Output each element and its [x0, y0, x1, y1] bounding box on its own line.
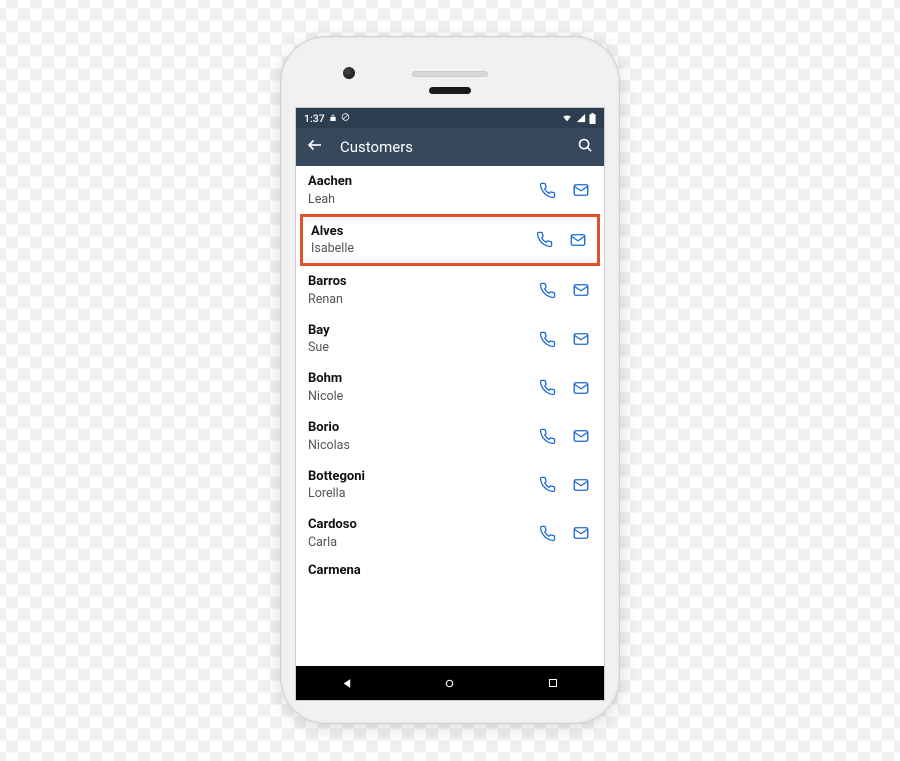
list-item-text: Bohm Nicole: [308, 371, 528, 404]
customer-firstname: Renan: [308, 292, 528, 307]
list-item[interactable]: AlvesIsabelle: [300, 214, 600, 267]
nav-recent[interactable]: [523, 677, 583, 689]
list-item-text: Borio Nicolas: [308, 420, 528, 453]
list-item[interactable]: Cardoso Carla: [296, 509, 604, 558]
device-speaker: [412, 71, 488, 77]
list-item-text: Barros Renan: [308, 274, 528, 307]
app-bar: Customers: [296, 128, 604, 166]
no-sim-icon: [341, 112, 350, 125]
customer-firstname: Leah: [308, 192, 528, 207]
list-item[interactable]: Barros Renan: [296, 266, 604, 315]
device-speaker-sub: [429, 87, 471, 94]
phone-icon[interactable]: [532, 518, 562, 548]
list-item-text: Carmena: [308, 563, 596, 576]
customer-lastname: Alves: [311, 224, 525, 240]
customer-lastname: Cardoso: [308, 517, 528, 533]
list-item[interactable]: BaySue: [296, 315, 604, 364]
nav-back[interactable]: [317, 677, 377, 690]
mail-icon[interactable]: [566, 421, 596, 451]
mail-icon[interactable]: [566, 518, 596, 548]
phone-icon[interactable]: [532, 324, 562, 354]
device-frame: 1:37: [280, 36, 620, 724]
list-item-text: BottegoniLorella: [308, 469, 528, 502]
list-item-text: Cardoso Carla: [308, 517, 528, 550]
page-title: Customers: [340, 138, 413, 156]
customer-lastname: Bohm: [308, 371, 528, 387]
mail-icon[interactable]: [566, 275, 596, 305]
mail-icon[interactable]: [563, 225, 593, 255]
status-bar: 1:37: [296, 108, 604, 128]
customer-firstname: Isabelle: [311, 241, 525, 256]
phone-icon[interactable]: [532, 470, 562, 500]
lock-icon: [329, 113, 337, 123]
customer-firstname: Carla: [308, 535, 528, 550]
phone-icon[interactable]: [532, 421, 562, 451]
list-item-text: BaySue: [308, 323, 528, 356]
customer-lastname: Borio: [308, 420, 528, 436]
search-icon[interactable]: [577, 137, 594, 158]
customer-list[interactable]: Aachen Leah AlvesIsabelle Barros Renan BaySue…: [296, 166, 604, 666]
mail-icon[interactable]: [566, 324, 596, 354]
list-item[interactable]: Aachen Leah: [296, 166, 604, 215]
customer-lastname: Aachen: [308, 174, 528, 190]
signal-icon: [576, 113, 586, 123]
customer-firstname: Nicolas: [308, 438, 528, 453]
battery-icon: [589, 113, 596, 124]
phone-icon[interactable]: [532, 275, 562, 305]
phone-icon[interactable]: [529, 225, 559, 255]
android-nav-bar: [296, 666, 604, 700]
phone-icon[interactable]: [532, 373, 562, 403]
list-item[interactable]: Borio Nicolas: [296, 412, 604, 461]
list-item[interactable]: Carmena: [296, 558, 604, 576]
back-icon[interactable]: [306, 136, 324, 158]
customer-lastname: Bay: [308, 323, 528, 339]
mail-icon[interactable]: [566, 175, 596, 205]
mail-icon[interactable]: [566, 470, 596, 500]
nav-home[interactable]: [420, 677, 480, 690]
list-item[interactable]: Bohm Nicole: [296, 363, 604, 412]
list-item[interactable]: BottegoniLorella: [296, 461, 604, 510]
list-item-text: Aachen Leah: [308, 174, 528, 207]
customer-lastname: Bottegoni: [308, 469, 528, 485]
list-item-text: AlvesIsabelle: [311, 224, 525, 257]
screen: 1:37: [295, 107, 605, 701]
phone-icon[interactable]: [532, 175, 562, 205]
customer-firstname: Lorella: [308, 486, 528, 501]
customer-firstname: Nicole: [308, 389, 528, 404]
customer-lastname: Barros: [308, 274, 528, 290]
status-time: 1:37: [304, 112, 325, 125]
customer-firstname: Sue: [308, 340, 528, 355]
wifi-icon: [561, 113, 573, 123]
mail-icon[interactable]: [566, 373, 596, 403]
device-camera: [343, 67, 355, 79]
customer-lastname: Carmena: [308, 563, 596, 576]
